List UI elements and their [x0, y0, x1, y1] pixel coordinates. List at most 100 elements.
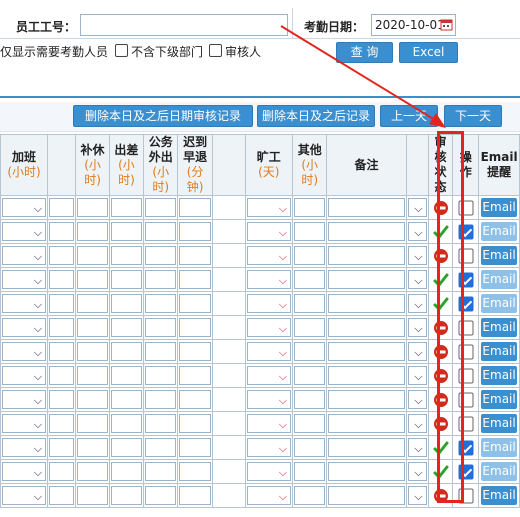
overtime-select[interactable]: ⌵	[2, 222, 47, 241]
remark-extra-select[interactable]: ⌵	[407, 438, 427, 457]
absent-select[interactable]: ⌵	[246, 222, 292, 241]
overtime-select[interactable]: ⌵	[2, 414, 47, 433]
official-out-input[interactable]	[145, 294, 177, 313]
email-reminder-button[interactable]: Email	[481, 414, 517, 433]
remark-input[interactable]	[328, 270, 405, 289]
remark-extra-select[interactable]: ⌵	[407, 270, 427, 289]
overtime-select[interactable]: ⌵	[2, 486, 47, 505]
overtime-select[interactable]: ⌵	[2, 366, 47, 385]
overtime-select[interactable]: ⌵	[2, 438, 47, 457]
remark-extra-select[interactable]: ⌵	[407, 486, 427, 505]
business-trip-input[interactable]	[110, 390, 143, 409]
row-select-checkbox[interactable]	[458, 296, 474, 311]
other-input[interactable]	[294, 366, 326, 385]
absent-select[interactable]: ⌵	[246, 486, 292, 505]
business-trip-input[interactable]	[110, 414, 143, 433]
compensatory-input[interactable]	[77, 342, 108, 361]
row-select-checkbox[interactable]	[458, 440, 474, 455]
business-trip-input[interactable]	[110, 366, 143, 385]
overtime-select[interactable]: ⌵	[2, 390, 47, 409]
compensatory-input[interactable]	[77, 198, 108, 217]
remark-input[interactable]	[328, 462, 405, 481]
official-out-input[interactable]	[145, 270, 177, 289]
remark-input[interactable]	[328, 414, 405, 433]
absent-select[interactable]: ⌵	[246, 366, 292, 385]
business-trip-input[interactable]	[110, 342, 143, 361]
row-select-checkbox[interactable]	[458, 488, 474, 503]
business-trip-input[interactable]	[110, 270, 143, 289]
email-reminder-button[interactable]: Email	[481, 198, 517, 217]
late-early-input[interactable]	[179, 486, 211, 505]
absent-select[interactable]: ⌵	[246, 462, 292, 481]
other-input[interactable]	[294, 462, 326, 481]
official-out-input[interactable]	[145, 246, 177, 265]
compensatory-input[interactable]	[77, 438, 108, 457]
email-reminder-button[interactable]: Email	[481, 486, 517, 505]
official-out-input[interactable]	[145, 462, 177, 481]
other-input[interactable]	[294, 390, 326, 409]
email-reminder-button[interactable]: Email	[481, 366, 517, 385]
other-input[interactable]	[294, 318, 326, 337]
absent-select[interactable]: ⌵	[246, 438, 292, 457]
late-early-input[interactable]	[179, 342, 211, 361]
remark-extra-select[interactable]: ⌵	[407, 246, 427, 265]
blank-input[interactable]	[49, 342, 75, 361]
prev-day-button[interactable]: 上一天	[380, 105, 438, 127]
overtime-select[interactable]: ⌵	[2, 246, 47, 265]
compensatory-input[interactable]	[77, 270, 108, 289]
late-early-input[interactable]	[179, 438, 211, 457]
overtime-select[interactable]: ⌵	[2, 294, 47, 313]
calendar-icon[interactable]	[440, 18, 453, 31]
email-reminder-button[interactable]: Email	[481, 390, 517, 409]
remark-input[interactable]	[328, 366, 405, 385]
email-reminder-button[interactable]: Email	[481, 438, 517, 457]
absent-select[interactable]: ⌵	[246, 270, 292, 289]
remark-extra-select[interactable]: ⌵	[407, 294, 427, 313]
overtime-select[interactable]: ⌵	[2, 342, 47, 361]
late-early-input[interactable]	[179, 246, 211, 265]
absent-select[interactable]: ⌵	[246, 318, 292, 337]
compensatory-input[interactable]	[77, 414, 108, 433]
delete-records-button[interactable]: 删除本日及之后记录	[257, 105, 375, 127]
late-early-input[interactable]	[179, 462, 211, 481]
blank-input[interactable]	[49, 222, 75, 241]
late-early-input[interactable]	[179, 294, 211, 313]
compensatory-input[interactable]	[77, 222, 108, 241]
official-out-input[interactable]	[145, 486, 177, 505]
remark-input[interactable]	[328, 318, 405, 337]
business-trip-input[interactable]	[110, 462, 143, 481]
overtime-select[interactable]: ⌵	[2, 270, 47, 289]
official-out-input[interactable]	[145, 318, 177, 337]
email-reminder-button[interactable]: Email	[481, 246, 517, 265]
employee-id-input[interactable]	[80, 14, 288, 36]
remark-input[interactable]	[328, 438, 405, 457]
absent-select[interactable]: ⌵	[246, 294, 292, 313]
remark-input[interactable]	[328, 246, 405, 265]
remark-input[interactable]	[328, 222, 405, 241]
next-day-button[interactable]: 下一天	[444, 105, 502, 127]
blank-input[interactable]	[49, 366, 75, 385]
row-select-checkbox[interactable]	[458, 320, 474, 335]
email-reminder-button[interactable]: Email	[481, 294, 517, 313]
official-out-input[interactable]	[145, 390, 177, 409]
row-select-checkbox[interactable]	[458, 416, 474, 431]
row-select-checkbox[interactable]	[458, 224, 474, 239]
business-trip-input[interactable]	[110, 198, 143, 217]
late-early-input[interactable]	[179, 270, 211, 289]
official-out-input[interactable]	[145, 342, 177, 361]
official-out-input[interactable]	[145, 438, 177, 457]
other-input[interactable]	[294, 270, 326, 289]
email-reminder-button[interactable]: Email	[481, 222, 517, 241]
business-trip-input[interactable]	[110, 318, 143, 337]
email-reminder-button[interactable]: Email	[481, 318, 517, 337]
compensatory-input[interactable]	[77, 318, 108, 337]
overtime-select[interactable]: ⌵	[2, 318, 47, 337]
row-select-checkbox[interactable]	[458, 368, 474, 383]
remark-extra-select[interactable]: ⌵	[407, 462, 427, 481]
overtime-select[interactable]: ⌵	[2, 462, 47, 481]
blank-input[interactable]	[49, 270, 75, 289]
blank-input[interactable]	[49, 318, 75, 337]
official-out-input[interactable]	[145, 366, 177, 385]
absent-select[interactable]: ⌵	[246, 198, 292, 217]
remark-input[interactable]	[328, 198, 405, 217]
